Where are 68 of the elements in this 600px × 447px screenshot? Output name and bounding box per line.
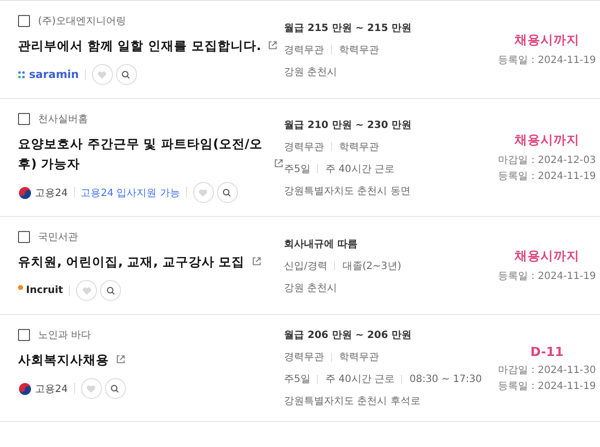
external-link-icon[interactable] (250, 256, 262, 267)
company-name: 노인과 바다 (38, 329, 92, 342)
salary: 월급 210 만원 ~ 230 만원 (284, 118, 413, 132)
location: 강원 춘천시 (284, 282, 338, 294)
job-title[interactable]: 요양보호사 주간근무 및 파트타임(오전/오후) 가능자 (18, 134, 267, 174)
circle-logo-icon (18, 382, 32, 396)
job-title[interactable]: 사회복지사채용 (18, 350, 109, 370)
date: 등록일 : 2024-11-19 (498, 380, 596, 392)
job-title[interactable]: 유치원, 어린이집, 교재, 교구강사 모집 (18, 252, 245, 272)
location: 강원 춘천시 (284, 66, 338, 78)
company-name: 국민서관 (38, 231, 78, 244)
external-link-icon[interactable] (115, 354, 126, 365)
date: 등록일 : 2024-11-19 (498, 54, 596, 67)
job-condition: 주 40시간 근로 (325, 373, 394, 386)
company-name: (주)오대엔지니어링 (38, 15, 126, 28)
source-logo: 고용24 (35, 186, 68, 200)
salary: 월급 215 만원 ~ 215 만원 (284, 22, 413, 34)
salary: 월급 206 만원 ~ 206 만원 (284, 329, 413, 342)
checkbox[interactable] (18, 113, 30, 125)
deadline: D-11 (530, 344, 564, 358)
search-icon (110, 384, 120, 394)
heart-icon (86, 384, 96, 394)
checkbox[interactable] (18, 329, 30, 341)
date: 등록일 : 2024-11-19 (498, 270, 596, 283)
search-icon (106, 286, 116, 296)
circle-logo-icon (18, 186, 32, 200)
job-condition: 대졸(2~3년) (342, 260, 402, 272)
search-icon (121, 70, 132, 80)
heart-icon (198, 188, 208, 198)
search-button[interactable] (104, 378, 126, 399)
checkbox[interactable] (18, 15, 30, 27)
salary: 회사내규에 따름 (284, 238, 358, 250)
job-condition: 신입/경력 (284, 260, 328, 272)
search-button[interactable] (100, 280, 122, 301)
source-logo: saramin (29, 68, 79, 81)
source-logo: 고용24 (35, 382, 68, 396)
dots-logo-icon (18, 70, 26, 78)
external-link-icon[interactable] (273, 158, 284, 169)
heart-icon (97, 70, 108, 80)
date: 등록일 : 2024-11-19 (498, 170, 596, 183)
location: 강원특별자치도 춘천시 동면 (284, 184, 410, 198)
job-condition: 주5일 (284, 162, 310, 176)
job-condition: 학력무관 (339, 140, 379, 154)
job-condition: 주5일 (284, 373, 310, 386)
external-link-icon[interactable] (267, 40, 278, 51)
deadline: 채용시까지 (514, 132, 580, 149)
deadline: 채용시까지 (514, 32, 580, 49)
date: 마감일 : 2024-11-30 (498, 364, 596, 376)
date: 마감일 : 2024-12-03 (498, 154, 596, 167)
heart-icon (82, 286, 92, 296)
job-condition: 주 40시간 근로 (325, 162, 394, 176)
search-icon (222, 188, 232, 198)
job-condition: 경력무관 (284, 44, 324, 56)
dot-logo-icon (18, 285, 23, 290)
deadline: 채용시까지 (514, 248, 580, 265)
location: 강원특별자치도 춘천시 후석로 (284, 395, 420, 408)
job-condition: 경력무관 (284, 351, 324, 364)
job-condition: 08:30 ~ 17:30 (409, 374, 482, 384)
search-button[interactable] (116, 64, 137, 85)
source-logo: Incruit (26, 285, 64, 296)
search-button[interactable] (216, 182, 238, 203)
company-name: 천사실버홈 (38, 113, 88, 126)
job-condition: 학력무관 (339, 351, 379, 364)
job-condition: 경력무관 (284, 140, 324, 154)
job-condition: 학력무관 (339, 44, 379, 56)
apply-link[interactable]: 고용24 입사지원 가능 (80, 186, 180, 200)
checkbox[interactable] (18, 231, 30, 243)
job-title[interactable]: 관리부에서 함께 일할 인재를 모집합니다. (18, 36, 262, 56)
